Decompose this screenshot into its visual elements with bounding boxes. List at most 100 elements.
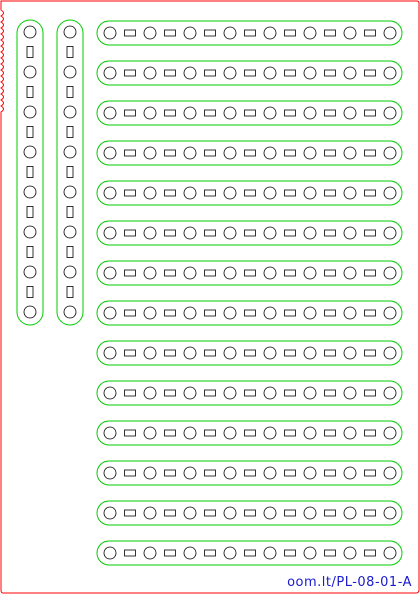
round-hole — [63, 105, 77, 119]
round-hole — [263, 226, 277, 240]
slot-hole — [284, 509, 296, 517]
round-hole — [183, 266, 197, 280]
slot-hole — [124, 509, 136, 517]
round-hole — [383, 226, 397, 240]
slot-hole — [124, 309, 136, 317]
round-hole — [223, 26, 237, 40]
slot-hole — [324, 229, 336, 237]
slot-hole — [364, 509, 376, 517]
round-hole — [103, 26, 117, 40]
slot-hole — [66, 86, 74, 98]
round-hole — [303, 386, 317, 400]
slot-hole — [26, 246, 34, 258]
slot-hole — [164, 429, 176, 437]
slot-hole — [204, 269, 216, 277]
round-hole — [343, 106, 357, 120]
slot-hole — [164, 229, 176, 237]
slot-hole — [284, 269, 296, 277]
round-hole — [263, 466, 277, 480]
slot-hole — [244, 109, 256, 117]
round-hole — [343, 226, 357, 240]
slot-hole — [124, 109, 136, 117]
round-hole — [23, 65, 37, 79]
round-hole — [343, 186, 357, 200]
round-hole — [63, 265, 77, 279]
round-hole — [303, 266, 317, 280]
round-hole — [143, 506, 157, 520]
slot-hole — [284, 469, 296, 477]
round-hole — [383, 106, 397, 120]
round-hole — [183, 466, 197, 480]
slot-hole — [244, 469, 256, 477]
slot-hole — [164, 549, 176, 557]
slot-hole — [364, 429, 376, 437]
round-hole — [223, 346, 237, 360]
round-hole — [143, 186, 157, 200]
round-hole — [303, 186, 317, 200]
slot-hole — [164, 149, 176, 157]
slot-hole — [244, 429, 256, 437]
slot-hole — [204, 469, 216, 477]
slot-hole — [164, 109, 176, 117]
round-hole — [183, 506, 197, 520]
round-hole — [263, 66, 277, 80]
round-hole — [223, 266, 237, 280]
round-hole — [263, 266, 277, 280]
round-hole — [383, 426, 397, 440]
round-hole — [223, 146, 237, 160]
round-hole — [263, 306, 277, 320]
round-hole — [383, 306, 397, 320]
round-hole — [183, 106, 197, 120]
slot-hole — [364, 549, 376, 557]
round-hole — [263, 386, 277, 400]
round-hole — [343, 266, 357, 280]
round-hole — [223, 306, 237, 320]
slot-hole — [244, 269, 256, 277]
round-hole — [143, 106, 157, 120]
round-hole — [223, 186, 237, 200]
round-hole — [303, 66, 317, 80]
slot-hole — [324, 29, 336, 37]
slot-hole — [284, 189, 296, 197]
slot-hole — [284, 389, 296, 397]
parts-layer — [16, 19, 403, 566]
slot-hole — [364, 29, 376, 37]
slot-hole — [204, 509, 216, 517]
round-hole — [23, 265, 37, 279]
round-hole — [103, 386, 117, 400]
slot-hole — [284, 349, 296, 357]
round-hole — [383, 546, 397, 560]
round-hole — [223, 386, 237, 400]
round-hole — [183, 386, 197, 400]
round-hole — [143, 306, 157, 320]
slot-hole — [164, 29, 176, 37]
round-hole — [303, 466, 317, 480]
slot-hole — [324, 389, 336, 397]
round-hole — [183, 346, 197, 360]
slot-hole — [124, 69, 136, 77]
round-hole — [343, 546, 357, 560]
round-hole — [143, 386, 157, 400]
round-hole — [383, 506, 397, 520]
round-hole — [303, 26, 317, 40]
round-hole — [103, 466, 117, 480]
slot-hole — [204, 549, 216, 557]
round-hole — [143, 226, 157, 240]
slot-hole — [26, 46, 34, 58]
round-hole — [143, 546, 157, 560]
slot-hole — [66, 46, 74, 58]
round-hole — [263, 506, 277, 520]
slot-hole — [204, 109, 216, 117]
slot-hole — [244, 509, 256, 517]
round-hole — [183, 226, 197, 240]
slot-hole — [164, 389, 176, 397]
slot-hole — [324, 189, 336, 197]
round-hole — [223, 546, 237, 560]
slot-hole — [124, 29, 136, 37]
slot-hole — [164, 509, 176, 517]
round-hole — [143, 146, 157, 160]
round-hole — [263, 426, 277, 440]
slot-hole — [284, 429, 296, 437]
slot-hole — [124, 549, 136, 557]
slot-hole — [324, 269, 336, 277]
